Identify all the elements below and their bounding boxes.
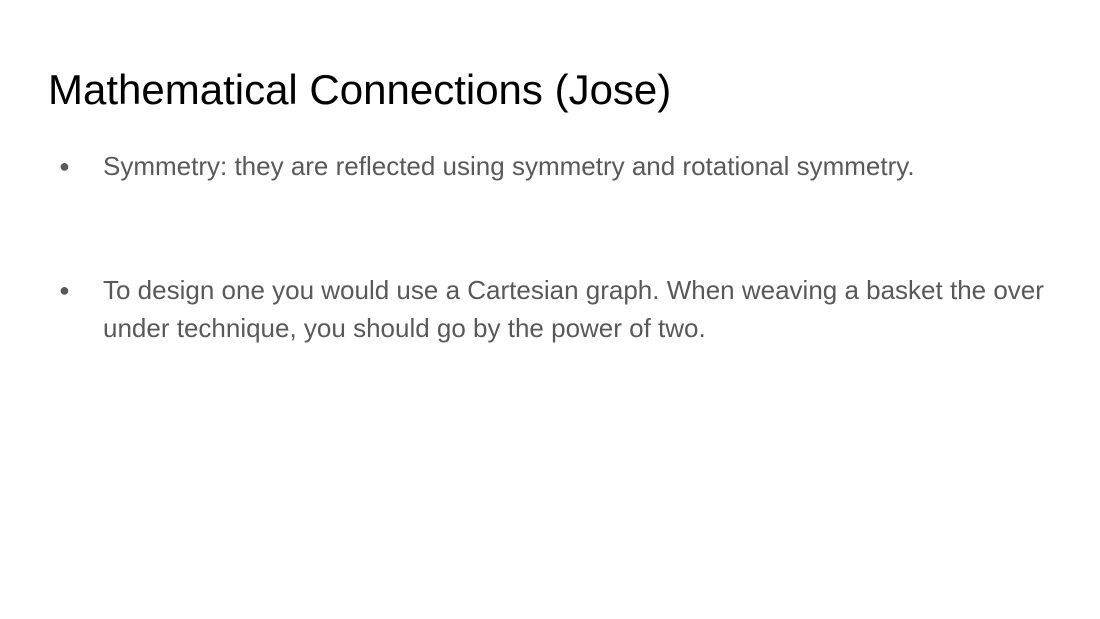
bullet-marker: ●	[59, 280, 70, 300]
slide: Mathematical Connections (Jose) ● Symmet…	[0, 0, 1100, 619]
bullet-text-symmetry: Symmetry: they are reflected using symme…	[103, 151, 915, 181]
bullet-text-design: To design one you would use a Cartesian …	[103, 275, 1044, 343]
bullet-marker: ●	[59, 156, 70, 176]
bullet-list: ● Symmetry: they are reflected using sym…	[0, 0, 1100, 619]
